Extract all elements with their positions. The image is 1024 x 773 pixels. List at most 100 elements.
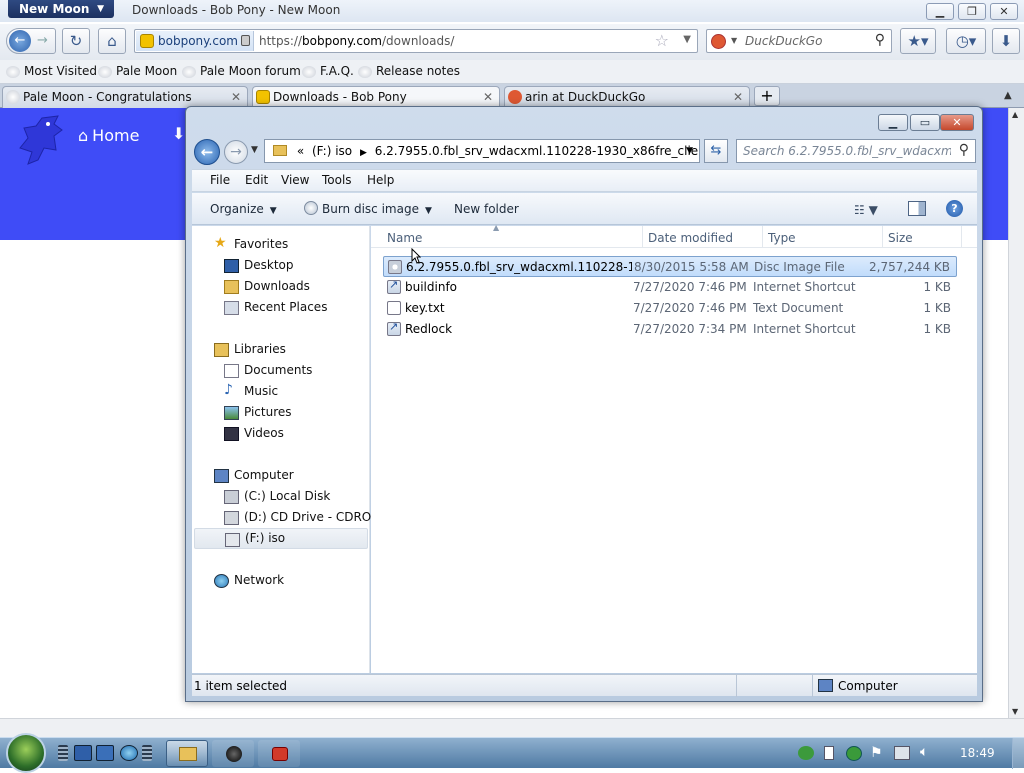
bookmarks-menu-button[interactable]: ★▾ [900,28,936,54]
menu-tools[interactable]: Tools [322,173,352,187]
home-nav-link[interactable]: ⌂ Home [78,126,139,145]
menu-edit[interactable]: Edit [245,173,268,187]
bookmark-release-notes[interactable]: Release notes [358,64,460,78]
column-divider[interactable] [762,226,763,248]
explorer-minimize-button[interactable]: ▁ [878,114,908,131]
explorer-close-button[interactable]: ✕ [940,114,974,131]
column-header-name[interactable]: Name [387,231,422,245]
refresh-button[interactable]: ⇆ [704,139,728,163]
scroll-up-icon[interactable]: ▲ [1012,110,1018,119]
nav-iso-drive[interactable]: (F:) iso [194,528,368,549]
close-button[interactable]: ✕ [990,3,1018,20]
home-button[interactable]: ⌂ [98,28,126,54]
column-divider[interactable] [642,226,643,248]
explorer-back-button[interactable]: ← [194,139,220,165]
address-dropdown-icon[interactable]: ▼ [686,140,693,162]
page-horizontal-scrollbar[interactable] [0,718,1024,737]
page-vertical-scrollbar[interactable]: ▲ ▼ [1008,108,1024,718]
nav-recent-places[interactable]: Recent Places [224,300,327,315]
preview-pane-icon[interactable] [908,201,926,216]
download-nav-icon[interactable]: ⬇ [172,124,185,143]
security-tray-icon[interactable] [846,746,862,761]
tab-pale-moon-congratulations[interactable]: Pale Moon - Congratulations ✕ [2,86,248,108]
back-arrow-icon[interactable]: ← [9,30,31,52]
breadcrumb-overflow[interactable]: « [297,144,304,158]
bookmark-star-icon[interactable]: ☆ [655,31,669,50]
search-engine-dropdown-icon[interactable]: ▼ [731,36,737,45]
explorer-maximize-button[interactable]: ▭ [910,114,940,131]
taskbar-clock[interactable]: 18:49 [960,746,995,760]
quick-launch-handle-icon[interactable] [58,745,68,761]
column-header-date[interactable]: Date modified [648,231,733,245]
nav-computer[interactable]: Computer [214,468,294,483]
nav-libraries[interactable]: Libraries [214,342,286,357]
internet-explorer-icon[interactable] [120,745,138,761]
taskbar-browser-button[interactable] [212,740,254,767]
downloads-button[interactable]: ⬇ [992,28,1020,54]
duckduckgo-icon[interactable] [711,34,726,49]
minimize-button[interactable]: ▁ [926,3,954,20]
taskbar-app-button[interactable] [258,740,300,767]
column-header-size[interactable]: Size [888,231,913,245]
show-desktop-icon[interactable] [74,745,92,761]
nav-pictures[interactable]: Pictures [224,405,292,420]
column-divider[interactable] [882,226,883,248]
scroll-down-icon[interactable]: ▼ [1012,707,1018,716]
file-row[interactable]: Redlock 7/27/2020 7:34 PM Internet Short… [383,319,957,340]
help-icon[interactable]: ? [946,200,963,217]
url-bar[interactable]: bobpony.com https://bobpony.com/download… [134,29,698,53]
nav-local-disk[interactable]: (C:) Local Disk [224,489,330,504]
search-icon[interactable]: ⚲ [875,32,885,48]
explorer-forward-button[interactable]: → [224,140,248,164]
app-menu-button[interactable]: New Moon ▼ [8,0,114,18]
search-bar[interactable]: ▼ DuckDuckGo ⚲ [706,29,892,53]
taskbar-handle-icon[interactable] [142,745,152,761]
tab-duckduckgo[interactable]: arin at DuckDuckGo ✕ [504,86,750,108]
breadcrumb-separator-icon[interactable]: ▶ [360,148,367,158]
close-tab-icon[interactable]: ✕ [733,87,743,107]
bookmark-most-visited[interactable]: Most Visited [6,64,97,78]
breadcrumb[interactable]: « (F:) iso ▶ 6.2.7955.0.fbl_srv_wdacxml.… [264,139,700,163]
bookmark-pale-moon-forum[interactable]: Pale Moon forum [182,64,301,78]
file-row[interactable]: key.txt 7/27/2020 7:46 PM Text Document … [383,298,957,319]
bookmark-pale-moon[interactable]: Pale Moon [98,64,177,78]
nav-documents[interactable]: Documents [224,363,312,378]
bookmark-faq[interactable]: F.A.Q. [302,64,354,78]
explorer-search-input[interactable]: Search 6.2.7955.0.fbl_srv_wdacxml.110...… [736,139,976,163]
recent-locations-chevron-icon[interactable]: ▼ [251,145,258,155]
nav-videos[interactable]: Videos [224,426,284,441]
new-tab-button[interactable]: + [754,86,780,106]
reload-button[interactable]: ↻ [62,28,90,54]
display-tray-icon[interactable] [894,746,910,760]
network-tray-icon[interactable] [798,746,814,760]
nav-network[interactable]: Network [214,573,284,588]
file-row[interactable]: buildinfo 7/27/2020 7:46 PM Internet Sho… [383,277,957,298]
breadcrumb-drive[interactable]: (F:) iso [312,144,352,158]
nav-downloads[interactable]: Downloads [224,279,310,294]
start-button[interactable] [6,733,46,773]
tab-list-chevron-icon[interactable]: ▲ [1004,90,1012,101]
bob-pony-logo-icon[interactable] [14,114,64,168]
restore-button[interactable]: ❐ [958,3,986,20]
nav-music[interactable]: ♪ Music [224,382,278,398]
volume-muted-icon[interactable]: 🔈︎ [920,744,928,760]
file-row[interactable]: 6.2.7955.0.fbl_srv_wdacxml.110228-1930_.… [383,256,957,277]
tab-downloads-bob-pony[interactable]: Downloads - Bob Pony ✕ [252,86,500,108]
site-identity-button[interactable]: bobpony.com [136,31,254,51]
breadcrumb-folder[interactable]: 6.2.7955.0.fbl_srv_wdacxml.110228-1930_x… [375,144,699,158]
burn-disc-image-button[interactable]: Burn disc image ▼ [322,202,432,216]
switch-windows-icon[interactable] [96,745,114,761]
back-forward-button[interactable]: ← → [6,28,56,54]
organize-button[interactable]: Organize ▼ [210,202,277,216]
url-dropdown-icon[interactable]: ▼ [683,34,691,45]
nav-desktop[interactable]: Desktop [224,258,294,273]
menu-view[interactable]: View [281,173,309,187]
taskbar-explorer-button[interactable] [166,740,208,767]
menu-help[interactable]: Help [367,173,394,187]
history-button[interactable]: ◷▾ [946,28,986,54]
action-center-flag-icon[interactable]: ⚑ [870,745,883,761]
search-icon[interactable]: ⚲ [959,142,969,158]
new-folder-button[interactable]: New folder [454,202,519,216]
menu-file[interactable]: File [210,173,230,187]
column-header-type[interactable]: Type [768,231,796,245]
